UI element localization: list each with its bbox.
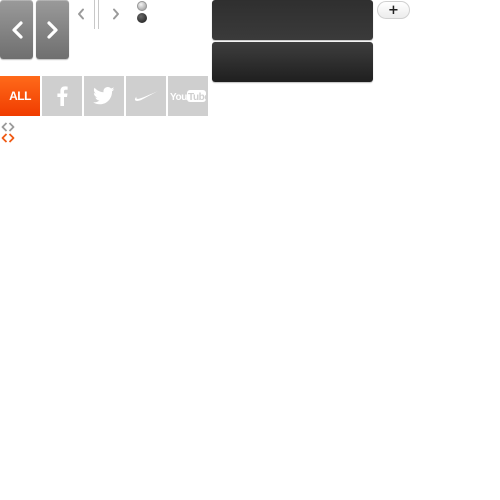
arrow-left-icon (1, 122, 8, 132)
arrow-left-icon (1, 133, 8, 143)
add-button[interactable]: + (377, 1, 410, 19)
svg-text:Tube: Tube (188, 92, 206, 103)
dark-panel-top (212, 0, 373, 40)
filter-youtube-button[interactable]: You Tube (168, 76, 208, 116)
small-next-button[interactable] (111, 7, 121, 21)
large-prev-button[interactable] (0, 0, 33, 59)
youtube-icon: You Tube (170, 90, 206, 103)
svg-text:You: You (170, 92, 187, 103)
ui-sprite-canvas: + ALL You Tube (0, 0, 500, 500)
pagination-dot-inactive[interactable] (137, 1, 147, 11)
pagination-dot-active[interactable] (137, 13, 147, 23)
filter-nike-button[interactable] (126, 76, 166, 116)
twitter-icon (93, 87, 115, 105)
chevron-right-icon (46, 20, 58, 39)
mini-arrows-orange[interactable] (1, 133, 17, 143)
nav-divider (94, 0, 99, 29)
nike-swoosh-icon (134, 91, 158, 101)
filter-twitter-button[interactable] (84, 76, 124, 116)
arrow-right-icon (8, 133, 15, 143)
chevron-right-icon (113, 8, 119, 20)
small-prev-button[interactable] (76, 7, 86, 21)
dark-panel-bottom (212, 42, 373, 82)
facebook-icon (57, 86, 68, 106)
arrow-right-icon (8, 122, 15, 132)
large-next-button[interactable] (36, 0, 69, 59)
filter-all-button[interactable]: ALL (0, 76, 40, 116)
filter-facebook-button[interactable] (42, 76, 82, 116)
chevron-left-icon (78, 8, 84, 20)
chevron-left-icon (11, 20, 23, 39)
mini-arrows-gray[interactable] (1, 122, 17, 132)
